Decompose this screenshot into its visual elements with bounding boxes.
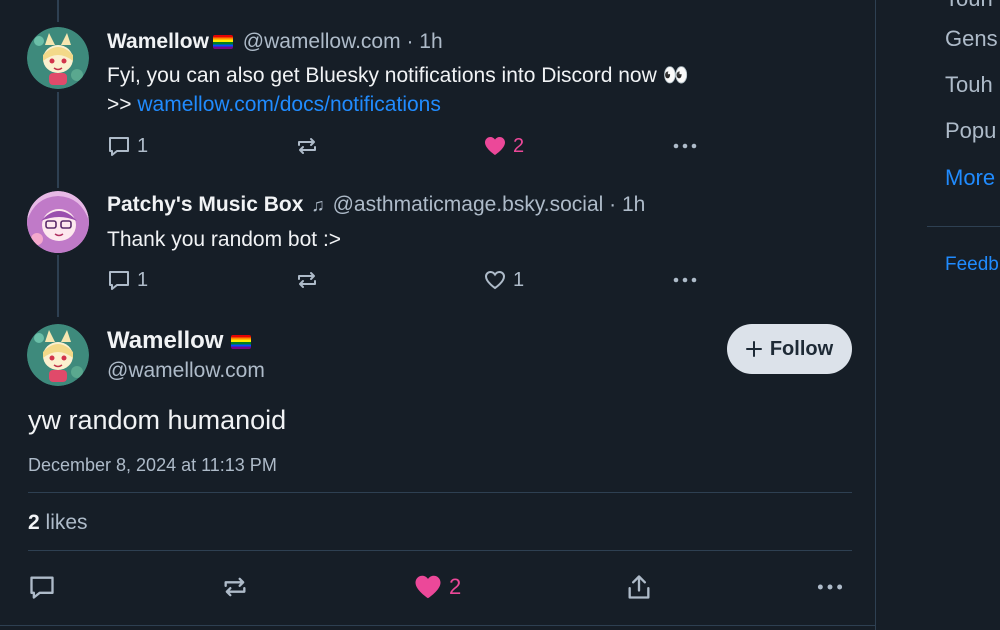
heart-icon [484, 270, 506, 290]
author-name[interactable]: Wamellow [107, 327, 223, 354]
share-button[interactable] [625, 571, 653, 603]
like-button[interactable]: 2 [483, 131, 524, 161]
rainbow-flag-icon [212, 35, 233, 49]
more-icon [673, 143, 697, 149]
like-button[interactable]: 2 [413, 571, 461, 603]
divider [28, 550, 852, 551]
more-feeds-link[interactable]: More [945, 165, 995, 191]
share-icon [628, 575, 650, 599]
like-button[interactable]: 1 [483, 265, 524, 295]
feed-link[interactable]: Touh [945, 72, 993, 98]
feed-link[interactable]: Touh [945, 0, 993, 12]
follow-button[interactable]: Follow [727, 324, 852, 374]
reply-post[interactable]: Wamellow @wamellow.com · 1h Fyi, you can… [0, 0, 876, 175]
repost-icon [298, 138, 316, 154]
divider [927, 226, 1000, 227]
repost-button[interactable] [221, 571, 249, 603]
reply-post[interactable]: Patchy's Music Box ♫ @asthmaticmage.bsky… [0, 175, 876, 310]
heart-icon [415, 575, 441, 599]
author-name[interactable]: Patchy's Music Box [107, 193, 303, 216]
post-text: Thank you random bot :> [107, 228, 342, 251]
divider [0, 625, 876, 626]
reply-button[interactable]: 1 [107, 265, 148, 295]
author-handle[interactable]: @asthmaticmage.bsky.social [333, 193, 604, 216]
likes-summary[interactable]: 2 likes [28, 509, 88, 537]
avatar[interactable] [27, 27, 89, 89]
likes-label: likes [39, 511, 88, 534]
music-note-icon: ♫ [311, 195, 325, 215]
author-handle[interactable]: @wamellow.com [243, 30, 401, 53]
feed-link[interactable]: Gens [945, 26, 998, 52]
post-thread: Wamellow @wamellow.com · 1h Fyi, you can… [0, 0, 876, 630]
repost-button[interactable] [295, 131, 319, 161]
divider [28, 492, 852, 493]
post-text: yw random humanoid [28, 405, 287, 435]
post-timestamp[interactable]: December 8, 2024 at 11:13 PM [28, 453, 277, 477]
reply-button[interactable] [28, 571, 56, 603]
like-count: 2 [513, 134, 525, 157]
repost-icon [224, 577, 246, 597]
more-icon [673, 277, 697, 283]
rainbow-flag-icon [231, 335, 252, 349]
reply-icon [30, 576, 54, 599]
plus-icon [745, 341, 762, 357]
post-text: Fyi, you can also get Bluesky notificati… [107, 64, 689, 87]
more-options-button[interactable] [671, 131, 699, 161]
post-action-bar: 2 [28, 571, 848, 603]
avatar[interactable] [27, 324, 89, 386]
reply-count: 1 [137, 134, 149, 157]
author-name[interactable]: Wamellow [107, 30, 209, 53]
reply-icon [109, 271, 129, 290]
heart-icon [485, 137, 505, 155]
feedback-link[interactable]: Feedb [945, 254, 999, 276]
likes-total: 2 [28, 511, 40, 534]
post-time[interactable]: · 1h [406, 30, 442, 53]
reply-icon [109, 137, 129, 156]
repost-button[interactable] [295, 265, 319, 295]
reply-button[interactable]: 1 [107, 131, 148, 161]
post-link[interactable]: wamellow.com/docs/notifications [137, 93, 440, 116]
author-handle[interactable]: @wamellow.com [107, 356, 265, 386]
more-options-button[interactable] [671, 265, 699, 295]
like-count: 1 [513, 268, 525, 291]
right-sidebar: Touh Gens Touh Popu More Feedb [877, 0, 1000, 630]
repost-icon [298, 272, 316, 288]
post-time[interactable]: · 1h [609, 193, 645, 216]
more-icon [817, 584, 843, 590]
post-text-prefix: >> [107, 93, 138, 116]
reply-count: 1 [137, 268, 149, 291]
avatar[interactable] [27, 191, 89, 253]
like-count: 2 [449, 574, 462, 599]
more-options-button[interactable] [815, 571, 845, 603]
follow-label: Follow [769, 337, 834, 360]
feed-link[interactable]: Popu [945, 118, 996, 144]
